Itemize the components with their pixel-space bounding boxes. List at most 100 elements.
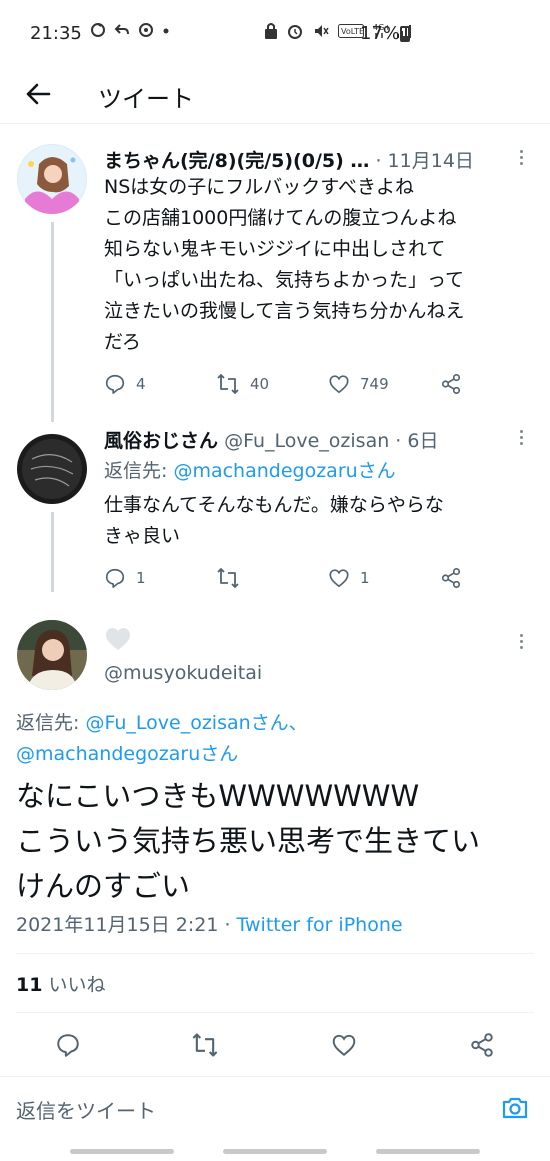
reply-to-handle[interactable]: @machandegozaruさん	[173, 460, 395, 482]
like-button[interactable]	[329, 1030, 359, 1060]
reply-to-handle[interactable]: @Fu_Love_ozisanさん、	[85, 712, 307, 734]
retweet-button[interactable]: 40	[216, 372, 328, 396]
battery-icon	[400, 26, 410, 42]
reply-composer: 返信をツイート	[0, 1076, 550, 1140]
back-button[interactable]	[20, 76, 56, 112]
dot-icon	[163, 28, 169, 34]
more-dot-icon	[519, 161, 523, 165]
camera-icon	[502, 1097, 528, 1119]
share-icon	[441, 374, 461, 394]
more-dot-icon	[519, 149, 523, 153]
tweet-line: この店舗1000円儲けてんの腹立つんよね	[104, 207, 457, 229]
share-icon	[471, 1033, 493, 1057]
reply-bubble-icon	[105, 568, 125, 588]
reply-to-prefix: 返信先:	[104, 460, 174, 482]
tweet-actions: 1 1	[104, 566, 484, 590]
system-nav-bar	[0, 1146, 550, 1161]
client-link[interactable]: Twitter for iPhone	[237, 914, 403, 936]
tweet-header: 風俗おじさん @Fu_Love_ozisan · 6日	[104, 426, 438, 453]
tweet-line: きゃ良い	[104, 525, 181, 547]
tweet-line: こういう気持ち悪い思考で生きてい	[16, 824, 481, 858]
heart-icon	[329, 375, 349, 394]
more-dot-icon	[519, 435, 523, 439]
tweet-date[interactable]: · 11月14日	[375, 150, 473, 172]
status-icons-left	[90, 22, 170, 38]
tweet-item[interactable]: 風俗おじさん @Fu_Love_ozisan · 6日 返信先: @machan…	[0, 414, 550, 604]
heart-icon	[332, 1034, 356, 1056]
likes-summary[interactable]: 11 いいね	[16, 970, 106, 997]
reply-button[interactable]	[53, 1030, 83, 1060]
alarm-icon	[288, 25, 302, 39]
retweet-icon	[217, 568, 239, 588]
avatar-image	[17, 434, 87, 504]
tweet-line: 知らない鬼キモいジジイに中出しされて	[104, 238, 446, 260]
reply-button[interactable]: 4	[104, 372, 216, 396]
nav-recents[interactable]	[70, 1149, 174, 1154]
retweet-button[interactable]	[216, 566, 328, 590]
main-avatar[interactable]	[17, 620, 87, 690]
tweet-line: 泣きたいの我慢して言う気持ち分かんねえ	[104, 300, 465, 322]
share-button[interactable]	[440, 372, 480, 396]
mute-icon	[315, 25, 329, 37]
tweet-line: なにこいつきもWWWWWWW	[16, 779, 420, 813]
tweet-line: だろ	[104, 331, 141, 353]
avatar-image	[17, 144, 87, 214]
sync-icon	[91, 23, 105, 37]
location-icon	[139, 23, 153, 37]
nav-back[interactable]	[376, 1149, 480, 1154]
heart-icon	[329, 569, 349, 588]
share-button[interactable]	[440, 566, 480, 590]
tweet-line: 仕事なんてそんなもんだ。嫌ならやらな	[104, 494, 444, 516]
retweet-icon	[192, 1033, 218, 1057]
avatar[interactable]	[17, 144, 87, 214]
reply-to-prefix: 返信先:	[16, 712, 86, 734]
avatar[interactable]	[17, 434, 87, 504]
like-total: 11	[16, 974, 43, 996]
reply-input[interactable]: 返信をツイート	[16, 1095, 156, 1124]
camera-button[interactable]	[500, 1093, 530, 1123]
status-time: 21:35	[30, 23, 82, 44]
share-button[interactable]	[467, 1030, 497, 1060]
more-options-button[interactable]	[512, 428, 530, 446]
more-options-button[interactable]	[512, 632, 530, 650]
more-dot-icon	[519, 639, 523, 643]
tweet-handle-date[interactable]: @Fu_Love_ozisan · 6日	[224, 430, 438, 452]
like-count: 1	[360, 569, 370, 587]
reply-to-line: 返信先: @Fu_Love_ozisanさん、 @machandegozaruさ…	[16, 708, 536, 770]
display-name[interactable]: 風俗おじさん	[104, 430, 218, 452]
tweet-header: まちゃん(完/8)(完/5)(0/5) … · 11月14日	[104, 146, 474, 173]
share-icon	[441, 568, 461, 588]
nav-home[interactable]	[223, 1149, 327, 1154]
battery-percent: 17%	[360, 23, 401, 44]
display-name[interactable]: まちゃん(完/8)(完/5)(0/5) …	[104, 150, 369, 172]
main-tweet-actions	[0, 1030, 550, 1060]
divider	[16, 1012, 534, 1013]
more-options-button[interactable]	[512, 148, 530, 166]
like-button[interactable]: 1	[328, 566, 440, 590]
tweet-text: 仕事なんてそんなもんだ。嫌ならやらな きゃ良い	[104, 490, 534, 552]
reply-bubble-icon	[105, 374, 125, 394]
more-dot-icon	[519, 441, 523, 445]
like-button[interactable]: 749	[328, 372, 440, 396]
retweet-button[interactable]	[190, 1030, 220, 1060]
retweet-count: 40	[250, 375, 270, 393]
tweet-item[interactable]: まちゃん(完/8)(完/5)(0/5) … · 11月14日 NSは女の子にフル…	[0, 124, 550, 414]
tweet-line: けんのすごい	[16, 869, 191, 903]
tweet-timestamp: 2021年11月15日 2:21 · Twitter for iPhone	[16, 910, 403, 937]
timestamp[interactable]: 2021年11月15日 2:21 ·	[16, 914, 237, 936]
heart-icon	[106, 628, 130, 650]
main-handle[interactable]: @musyokudeitai	[104, 662, 262, 684]
more-dot-icon	[519, 633, 523, 637]
reply-bubble-icon	[57, 1034, 79, 1057]
top-app-bar: ツイート	[0, 66, 550, 124]
divider	[16, 953, 534, 954]
more-dot-icon	[519, 645, 523, 649]
reply-to-handle[interactable]: @machandegozaruさん	[16, 743, 238, 765]
arrow-left-icon	[26, 83, 51, 105]
reply-button[interactable]: 1	[104, 566, 216, 590]
more-dot-icon	[519, 429, 523, 433]
main-tweet-text: なにこいつきもWWWWWWW こういう気持ち悪い思考で生きてい けんのすごい	[16, 774, 536, 909]
more-dot-icon	[519, 155, 523, 159]
page-title: ツイート	[98, 85, 194, 113]
retweet-icon	[217, 374, 239, 394]
